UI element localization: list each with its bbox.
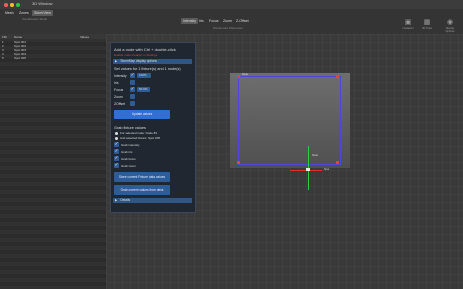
zones-button[interactable]: Zones [17,10,31,16]
grab-intensity-checkbox[interactable] [114,141,119,147]
grab-zoom-checkbox[interactable] [114,162,119,168]
minimize-window-button[interactable] [10,2,14,7]
iris-label: Iris [114,81,119,85]
store-fixture-data-button[interactable]: Store current Fixture data values [114,172,170,182]
column-name[interactable]: Name [14,35,22,39]
mode-focus[interactable]: Focus [207,18,221,24]
node-marker[interactable] [336,75,339,78]
grid-icon: ▦ [423,19,431,26]
grab-values-title: Grab fixture values [114,126,146,130]
eye-icon: ◉ [446,19,454,26]
stage-boundary [238,76,341,165]
add-node-hint: Add a node with Ctrl + double-click [114,47,176,52]
intensity-checkbox[interactable] [130,72,135,78]
showmode-parameter-label: Showmode Parameter [213,26,243,30]
stormview-panel: Add a node with Ctrl + double-click Enab… [110,42,196,213]
radio-selected-node[interactable] [115,132,118,135]
zoffset-label: ZOffset [114,102,126,106]
close-window-button[interactable] [4,2,8,7]
mode-intensity[interactable]: Intensity [181,18,199,24]
node-marker[interactable] [237,75,240,78]
stormview-button[interactable]: StormView [32,10,53,16]
display-options[interactable]: ◉ Display Options [443,19,457,33]
table-row[interactable]: 5 Spot 005 [0,56,106,60]
set-values-title: Set values for 1 fixture(s) and 1 node(s… [114,67,181,71]
window-title: 3D Window [32,1,53,6]
grab-focus-checkbox[interactable] [114,155,119,161]
toolbar: Mesh Zones StormView Visualization Mode … [0,9,463,35]
zoffset-checkbox[interactable] [130,101,135,106]
node-marker[interactable] [237,161,240,164]
fixture-list-header: FID Name Values [0,34,106,39]
display-options-header[interactable]: ▶ StormMap display options [113,59,192,64]
triangle-right-icon: ▶ [115,59,118,63]
triangle-right-icon: ▶ [115,198,118,202]
axis-label: Spot [324,168,330,171]
node-label: Node [242,73,248,76]
column-values[interactable]: Values [80,35,89,39]
focus-label: Focus [114,88,124,92]
node-marker[interactable] [336,161,339,164]
node-creation-warning: Enable node creation in Settings [114,53,158,57]
iris-checkbox[interactable] [130,80,135,85]
fixture-label: Node [312,154,318,157]
fixture-list: FID Name Values 1 Spot 001 2 Spot 002 3 … [0,34,106,289]
camera-icon: ▣ [404,19,412,26]
maximize-window-button[interactable] [16,2,20,7]
intensity-value[interactable]: 100% [137,73,151,78]
focus-value[interactable]: 50.0% [137,87,150,92]
fixture-marker[interactable] [306,168,310,171]
mesh-button[interactable]: Mesh [3,10,16,16]
zoom-checkbox[interactable] [130,94,135,99]
column-fid[interactable]: FID [2,35,7,39]
focus-checkbox[interactable] [130,86,135,92]
grab-desk-values-button[interactable]: Grab current values from desk [114,185,170,195]
details-header[interactable]: ▶ Details [113,198,192,203]
visualization-mode-label: Visualization Mode [22,17,48,21]
intensity-label: Intensity [114,74,127,78]
mode-iris[interactable]: Iris [197,18,206,24]
radio-selected-fixture[interactable] [115,137,118,140]
zoom-label: Zoom [114,95,123,99]
mode-zoom[interactable]: Zoom [221,18,234,24]
update-values-button[interactable]: Update values [114,110,170,119]
title-bar: 3D Window [0,0,463,9]
3d-tools[interactable]: ▦ 3D Tools [420,19,434,30]
mode-z-offset[interactable]: Z-Offset [234,18,251,24]
grab-iris-checkbox[interactable] [114,148,119,154]
insulation-tool[interactable]: ▣ Insulation [401,19,415,30]
